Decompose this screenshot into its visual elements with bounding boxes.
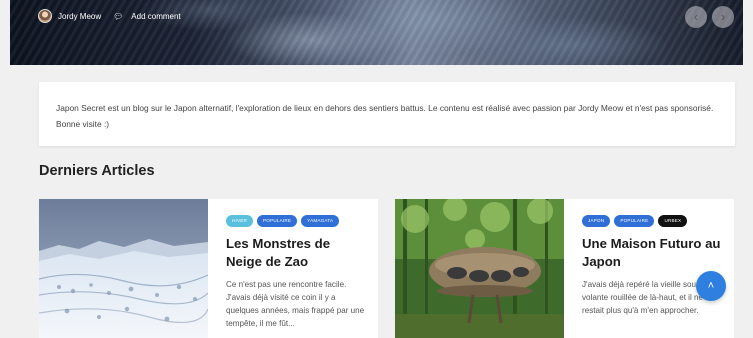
tag-badge[interactable]: POPULAIRE xyxy=(614,215,655,227)
slider-prev-button[interactable]: ‹ xyxy=(685,6,707,28)
post-meta: Jordy Meow 💬︎ Add comment xyxy=(38,9,181,23)
author-name[interactable]: Jordy Meow xyxy=(58,12,101,21)
tag-badge[interactable]: YAMAGATA xyxy=(301,215,340,227)
section-title: Derniers Articles xyxy=(39,163,155,179)
article-title[interactable]: Une Maison Futuro au Japon xyxy=(582,235,724,271)
add-comment-link[interactable]: Add comment xyxy=(131,12,180,21)
article-card[interactable]: JAPON POPULAIRE URBEX Une Maison Futuro … xyxy=(395,199,734,338)
tag-badge[interactable]: HIVER xyxy=(226,215,254,227)
hero-banner: Jordy Meow 💬︎ Add comment ‹ › xyxy=(10,0,743,65)
tag-badge[interactable]: URBEX xyxy=(658,215,688,227)
scroll-top-button[interactable]: ˄ xyxy=(696,271,726,301)
intro-card: Japon Secret est un blog sur le Japon al… xyxy=(39,82,735,146)
intro-text: Japon Secret est un blog sur le Japon al… xyxy=(56,103,714,129)
comment-icon[interactable]: 💬︎ xyxy=(113,12,123,21)
article-thumbnail[interactable] xyxy=(395,199,564,338)
author-avatar[interactable] xyxy=(38,9,52,23)
article-body: HIVER POPULAIRE YAMAGATA Les Monstres de… xyxy=(226,215,368,330)
tag-list: JAPON POPULAIRE URBEX xyxy=(582,215,724,227)
tag-badge[interactable]: JAPON xyxy=(582,215,611,227)
chevron-right-icon: › xyxy=(720,9,726,24)
tag-list: HIVER POPULAIRE YAMAGATA xyxy=(226,215,368,227)
article-card[interactable]: HIVER POPULAIRE YAMAGATA Les Monstres de… xyxy=(39,199,378,338)
article-body: JAPON POPULAIRE URBEX Une Maison Futuro … xyxy=(582,215,724,317)
slider-next-button[interactable]: › xyxy=(712,6,734,28)
chevron-left-icon: ‹ xyxy=(693,9,699,24)
article-title[interactable]: Les Monstres de Neige de Zao xyxy=(226,235,368,271)
tag-badge[interactable]: POPULAIRE xyxy=(257,215,298,227)
article-thumbnail[interactable] xyxy=(39,199,208,338)
article-excerpt: Ce n'est pas une rencontre facile. J'ava… xyxy=(226,280,365,328)
chevron-up-icon: ˄ xyxy=(707,280,715,292)
